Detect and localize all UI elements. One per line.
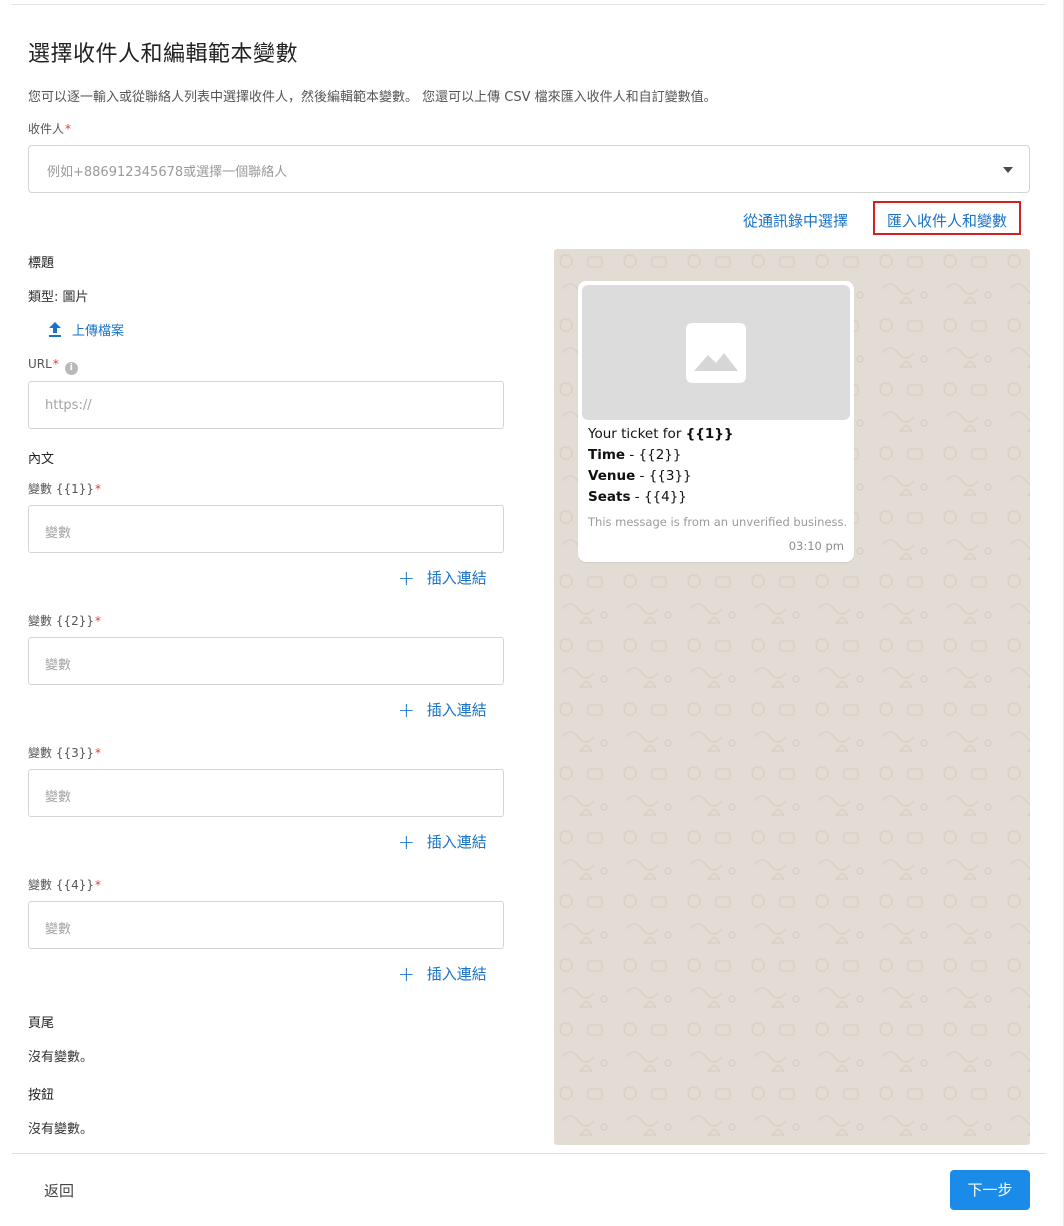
required-mark: * bbox=[95, 746, 101, 760]
required-mark: * bbox=[95, 878, 101, 892]
footer-divider bbox=[12, 1153, 1046, 1154]
plus-icon: + bbox=[398, 697, 415, 722]
insert-link-label: 插入連結 bbox=[426, 569, 487, 587]
choose-from-contacts-link[interactable]: 從通訊錄中選擇 bbox=[743, 210, 848, 231]
required-mark: * bbox=[52, 357, 59, 371]
variable-2-label: 變數 {{2}}* bbox=[28, 612, 101, 629]
variable-2-placeholder: 變數 bbox=[45, 658, 72, 673]
preview-line-3: Venue - {{3}} bbox=[588, 468, 692, 484]
variable-4-label-text: 變數 {{4}} bbox=[28, 878, 94, 892]
message-timestamp: 03:10 pm bbox=[788, 539, 844, 553]
variable-3-placeholder: 變數 bbox=[45, 790, 72, 805]
header-type-text: 類型: 圖片 bbox=[28, 290, 89, 305]
url-input[interactable]: https:// bbox=[28, 381, 504, 429]
message-preview-panel: Your ticket for {{1}} Time - {{2}} Venue… bbox=[554, 249, 1030, 1145]
variable-3-input[interactable]: 變數 bbox=[28, 769, 504, 817]
url-label: URL* i bbox=[28, 357, 78, 375]
top-divider bbox=[12, 4, 1046, 5]
preview-seats-value: - {{4}} bbox=[630, 489, 687, 505]
buttons-section-heading: 按鈕 bbox=[28, 1088, 55, 1103]
insert-link-button-4[interactable]: + 插入連結 bbox=[398, 963, 487, 984]
footer-section-heading: 頁尾 bbox=[28, 1016, 55, 1031]
insert-link-label: 插入連結 bbox=[426, 701, 487, 719]
plus-icon: + bbox=[398, 565, 415, 590]
body-section-heading: 內文 bbox=[28, 452, 55, 467]
preview-venue-label: Venue bbox=[588, 468, 636, 484]
variable-1-label: 變數 {{1}}* bbox=[28, 480, 101, 497]
preview-line-1-text: Your ticket for bbox=[588, 426, 686, 442]
plus-icon: + bbox=[398, 829, 415, 854]
insert-link-label: 插入連結 bbox=[426, 965, 487, 983]
recipients-placeholder: 例如+886912345678或選擇一個聯絡人 bbox=[47, 165, 288, 180]
variable-1-input[interactable]: 變數 bbox=[28, 505, 504, 553]
variable-3-label-text: 變數 {{3}} bbox=[28, 746, 94, 760]
next-button[interactable]: 下一步 bbox=[950, 1170, 1030, 1210]
recipients-label: 收件人* bbox=[28, 120, 71, 137]
recipients-label-text: 收件人 bbox=[28, 122, 65, 136]
footer-no-variables-text: 沒有變數。 bbox=[28, 1050, 94, 1065]
image-placeholder bbox=[582, 285, 850, 420]
preview-time-label: Time bbox=[588, 447, 626, 463]
import-recipients-link[interactable]: 匯入收件人和變數 bbox=[887, 210, 1007, 231]
required-mark: * bbox=[95, 614, 101, 628]
variable-4-placeholder: 變數 bbox=[45, 922, 72, 937]
preview-line-1-var: {{1}} bbox=[685, 426, 734, 442]
required-mark: * bbox=[95, 482, 101, 496]
variable-4-label: 變數 {{4}}* bbox=[28, 876, 101, 893]
page-title: 選擇收件人和編輯範本變數 bbox=[28, 42, 299, 67]
preview-line-2: Time - {{2}} bbox=[588, 447, 681, 463]
back-button[interactable]: 返回 bbox=[44, 1180, 74, 1201]
preview-venue-value: - {{3}} bbox=[635, 468, 692, 484]
variable-1-label-text: 變數 {{1}} bbox=[28, 482, 94, 496]
preview-line-1: Your ticket for {{1}} bbox=[588, 426, 734, 442]
variable-3-label: 變數 {{3}}* bbox=[28, 744, 101, 761]
insert-link-button-1[interactable]: + 插入連結 bbox=[398, 567, 487, 588]
insert-link-label: 插入連結 bbox=[426, 833, 487, 851]
required-mark: * bbox=[65, 122, 72, 136]
preview-time-value: - {{2}} bbox=[625, 447, 682, 463]
variable-4-input[interactable]: 變數 bbox=[28, 901, 504, 949]
variable-2-label-text: 變數 {{2}} bbox=[28, 614, 94, 628]
page-description: 您可以逐一輸入或從聯絡人列表中選擇收件人，然後編輯範本變數。 您還可以上傳 CS… bbox=[28, 90, 717, 105]
image-icon bbox=[686, 323, 746, 383]
header-section-heading: 標題 bbox=[28, 256, 55, 271]
unverified-business-note: This message is from an unverified busin… bbox=[588, 515, 848, 529]
chevron-down-icon[interactable] bbox=[1003, 167, 1013, 173]
preview-seats-label: Seats bbox=[588, 489, 631, 505]
preview-line-4: Seats - {{4}} bbox=[588, 489, 687, 505]
message-bubble: Your ticket for {{1}} Time - {{2}} Venue… bbox=[578, 281, 854, 562]
url-placeholder: https:// bbox=[45, 398, 92, 413]
variable-1-placeholder: 變數 bbox=[45, 526, 72, 541]
variable-2-input[interactable]: 變數 bbox=[28, 637, 504, 685]
insert-link-button-3[interactable]: + 插入連結 bbox=[398, 831, 487, 852]
info-icon[interactable]: i bbox=[64, 362, 78, 375]
upload-file-label: 上傳檔案 bbox=[72, 324, 125, 339]
upload-file-button[interactable]: 上傳檔案 bbox=[48, 320, 124, 339]
buttons-no-variables-text: 沒有變數。 bbox=[28, 1122, 94, 1137]
recipients-select[interactable]: 例如+886912345678或選擇一個聯絡人 bbox=[28, 145, 1030, 193]
url-label-text: URL bbox=[28, 357, 52, 371]
upload-icon bbox=[49, 321, 61, 337]
insert-link-button-2[interactable]: + 插入連結 bbox=[398, 699, 487, 720]
plus-icon: + bbox=[398, 961, 415, 986]
